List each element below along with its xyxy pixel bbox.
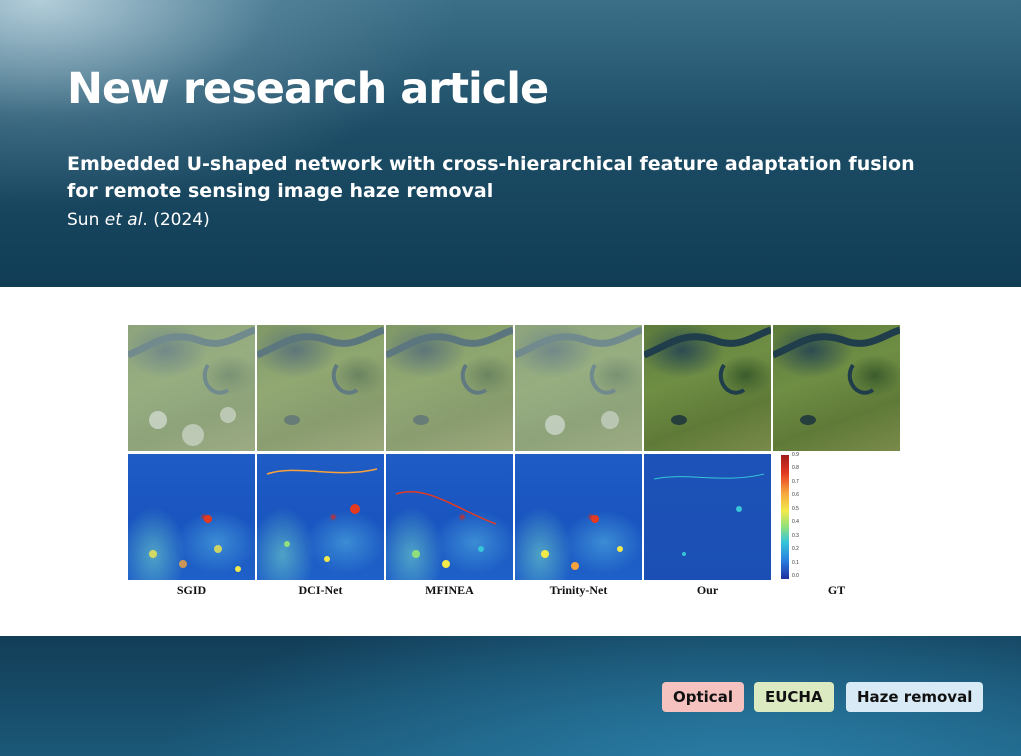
satellite-image-dci-net xyxy=(257,325,384,451)
article-title: Embedded U-shaped network with cross-hie… xyxy=(67,153,915,202)
satellite-image-sgid xyxy=(128,325,255,451)
column-label-sgid: SGID xyxy=(176,583,207,597)
column-label-gt: GT xyxy=(827,583,846,597)
tag-eucha: EUCHA xyxy=(754,682,834,712)
header-banner: New research article Embedded U-shaped n… xyxy=(0,0,1021,287)
figure-area: 0.9 0.8 0.7 0.6 0.5 0.4 0.3 0.2 0.1 0.0 … xyxy=(0,287,1021,636)
colorbar xyxy=(781,455,789,579)
error-map-trinity-net xyxy=(515,454,642,580)
column-label-dci-net: DCI-Net xyxy=(298,583,343,597)
error-map-mfinea xyxy=(386,454,513,580)
column-label-our: Our xyxy=(696,583,719,597)
colorbar-tick: 0.4 xyxy=(792,519,799,525)
colorbar-tick: 0.7 xyxy=(792,479,799,485)
author-year: . (2024) xyxy=(142,210,210,230)
article-authors: Sun et al. (2024) xyxy=(67,210,210,230)
author-name: Sun xyxy=(67,210,100,230)
author-etal: et al xyxy=(104,210,143,230)
satellite-image-trinity-net xyxy=(515,325,642,451)
error-map-dci-net xyxy=(257,454,384,580)
colorbar-tick: 0.0 xyxy=(792,573,799,579)
colorbar-tick: 0.5 xyxy=(792,506,799,512)
satellite-image-our xyxy=(644,325,771,451)
column-label-mfinea: MFINEA xyxy=(425,583,474,597)
colorbar-tick: 0.8 xyxy=(792,465,799,471)
satellite-image-mfinea xyxy=(386,325,513,451)
comparison-figure: 0.9 0.8 0.7 0.6 0.5 0.4 0.3 0.2 0.1 0.0 … xyxy=(128,325,901,600)
footer-banner: Optical EUCHA Haze removal xyxy=(0,636,1021,756)
satellite-image-gt xyxy=(773,325,900,451)
colorbar-tick: 0.3 xyxy=(792,533,799,539)
colorbar-tick: 0.6 xyxy=(792,492,799,498)
colorbar-tick: 0.2 xyxy=(792,546,799,552)
column-label-trinity-net: Trinity-Net xyxy=(549,583,608,597)
colorbar-tick: 0.9 xyxy=(792,452,799,458)
tag-optical: Optical xyxy=(662,682,744,712)
error-map-our xyxy=(644,454,771,580)
headline: New research article xyxy=(67,64,549,114)
tag-haze-removal: Haze removal xyxy=(846,682,984,712)
colorbar-tick: 0.1 xyxy=(792,560,799,566)
error-map-sgid xyxy=(128,454,255,580)
